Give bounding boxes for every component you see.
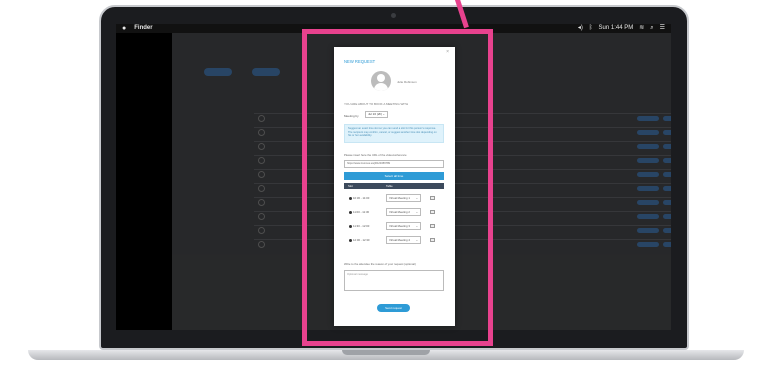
camera-icon [391, 13, 396, 18]
laptop-notch [342, 350, 430, 355]
background-action-button [637, 214, 659, 219]
bluetooth-icon[interactable]: ᛒ [589, 24, 593, 33]
background-action-button [663, 130, 671, 135]
background-action-button [663, 242, 671, 247]
background-avatar [258, 171, 265, 178]
search-icon[interactable]: ⌕ [650, 24, 653, 33]
background-action-button [637, 242, 659, 247]
background-action-button [663, 200, 671, 205]
background-avatar [258, 185, 265, 192]
active-app-name[interactable]: Finder [134, 24, 152, 33]
clock[interactable]: Sun 1:44 PM [599, 24, 634, 33]
background-avatar [258, 227, 265, 234]
background-avatar [258, 115, 265, 122]
background-action-button [663, 214, 671, 219]
background-avatar [258, 199, 265, 206]
background-action-button [637, 116, 659, 121]
background-action-button [663, 144, 671, 149]
background-action-button [637, 200, 659, 205]
background-action-button [663, 172, 671, 177]
highlight-frame [302, 29, 493, 346]
background-button [252, 68, 280, 76]
background-action-button [663, 186, 671, 191]
background-avatar [258, 241, 265, 248]
background-action-button [637, 228, 659, 233]
background-action-button [637, 186, 659, 191]
status-area: ◂) ᛒ Sun 1:44 PM ≋ ⌕ ☰ [578, 24, 665, 33]
background-avatar [258, 129, 265, 136]
background-avatar [258, 157, 265, 164]
background-action-button [663, 158, 671, 163]
volume-icon[interactable]: ◂) [578, 24, 583, 33]
background-action-button [637, 144, 659, 149]
background-avatar [258, 213, 265, 220]
apple-icon[interactable]: ● [122, 24, 126, 33]
wifi-icon[interactable]: ≋ [639, 24, 644, 33]
background-button [204, 68, 232, 76]
background-action-button [663, 116, 671, 121]
list-icon[interactable]: ☰ [660, 24, 665, 33]
background-action-button [637, 130, 659, 135]
background-avatar [258, 143, 265, 150]
background-action-button [637, 172, 659, 177]
background-action-button [663, 228, 671, 233]
background-action-button [637, 158, 659, 163]
screenshot-stage: ● Finder ◂) ᛒ Sun 1:44 PM ≋ ⌕ ☰ × NEW RE… [0, 0, 772, 371]
